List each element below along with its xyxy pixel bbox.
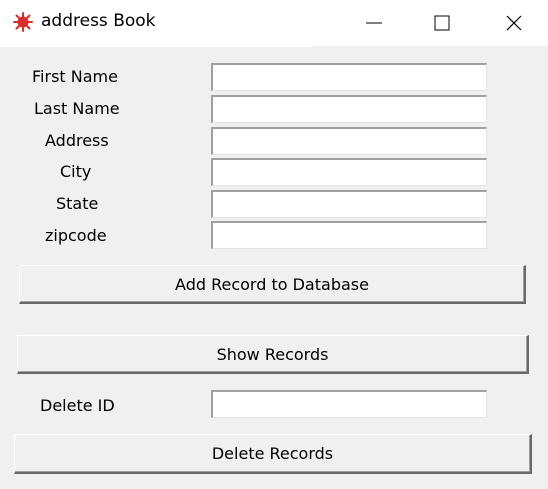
minimize-icon <box>366 22 382 24</box>
feather-icon <box>12 11 34 33</box>
state-input[interactable] <box>211 190 487 218</box>
city-label: City <box>60 162 92 181</box>
title-bar: address Book <box>0 0 548 46</box>
first-name-input[interactable] <box>211 63 487 91</box>
last-name-label: Last Name <box>34 99 120 118</box>
window-title: address Book <box>41 11 156 31</box>
address-label: Address <box>45 131 109 150</box>
zipcode-input[interactable] <box>211 221 487 249</box>
show-records-button[interactable]: Show Records <box>17 335 529 374</box>
state-label: State <box>56 194 99 213</box>
client-top-edge <box>0 46 312 47</box>
last-name-input[interactable] <box>211 95 487 123</box>
city-input[interactable] <box>211 158 487 186</box>
delete-id-label: Delete ID <box>40 396 115 415</box>
minimize-button[interactable] <box>340 0 408 46</box>
close-button[interactable] <box>480 0 548 46</box>
maximize-button[interactable] <box>408 0 476 46</box>
add-record-button[interactable]: Add Record to Database <box>19 265 526 304</box>
zipcode-label: zipcode <box>45 226 107 245</box>
address-input[interactable] <box>211 127 487 155</box>
delete-id-input[interactable] <box>211 390 487 418</box>
close-icon <box>506 15 522 31</box>
delete-records-button[interactable]: Delete Records <box>14 434 532 474</box>
first-name-label: First Name <box>32 67 118 86</box>
maximize-icon <box>434 15 450 31</box>
